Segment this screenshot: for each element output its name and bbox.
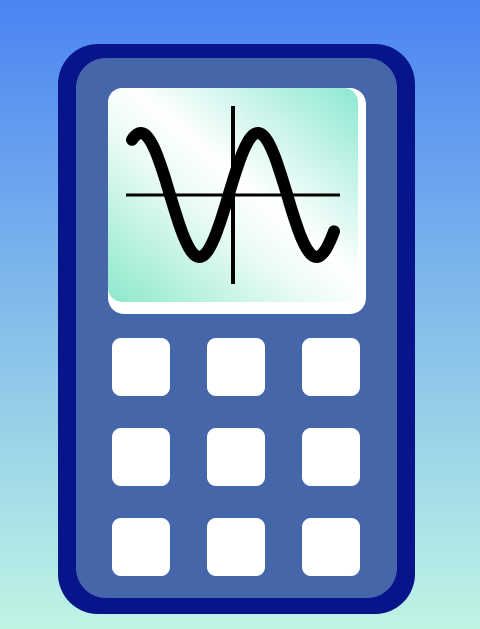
calculator-body: [58, 44, 415, 614]
keypad-key[interactable]: [302, 338, 360, 396]
keypad-key[interactable]: [112, 518, 170, 576]
screen-bezel: [108, 88, 366, 314]
keypad-key[interactable]: [207, 338, 265, 396]
keypad-key[interactable]: [207, 428, 265, 486]
calculator-face: [76, 58, 397, 598]
calculator-icon-canvas: [0, 0, 480, 629]
sine-wave-icon: [108, 88, 358, 302]
keypad-key[interactable]: [207, 518, 265, 576]
keypad-key[interactable]: [112, 428, 170, 486]
keypad-key[interactable]: [112, 338, 170, 396]
calculator-screen: [108, 88, 358, 302]
keypad-key[interactable]: [302, 428, 360, 486]
keypad-key[interactable]: [302, 518, 360, 576]
